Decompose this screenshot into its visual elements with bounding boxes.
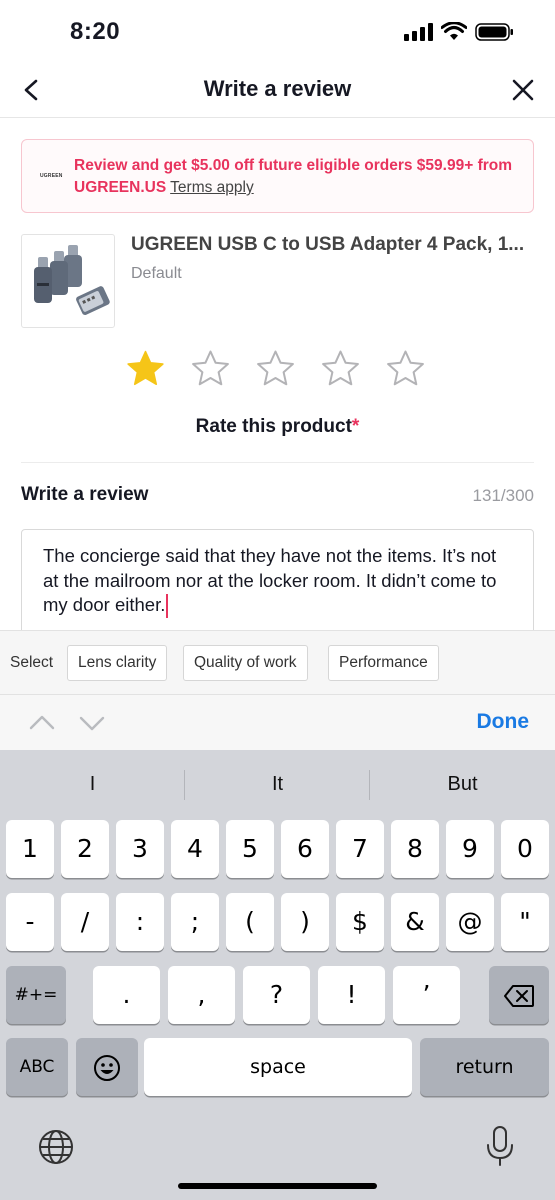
product-image	[21, 234, 115, 328]
symbol-key[interactable]: )	[281, 893, 329, 951]
review-textarea[interactable]: The concierge said that they have not th…	[21, 529, 534, 639]
symbol-key[interactable]: -	[6, 893, 54, 951]
header: Write a review	[0, 64, 555, 118]
backspace-icon	[504, 985, 534, 1007]
symbol-key[interactable]: :	[116, 893, 164, 951]
star-empty-icon[interactable]	[190, 349, 231, 390]
status-bar: 8:20	[0, 0, 555, 64]
punctuation-key[interactable]: !	[318, 966, 385, 1024]
symbol-key[interactable]: &	[391, 893, 439, 951]
tag-chip-lens-clarity[interactable]: Lens clarity	[67, 645, 168, 681]
microphone-icon[interactable]	[485, 1125, 515, 1167]
number-key[interactable]: 1	[6, 820, 54, 878]
signal-icon	[404, 23, 433, 41]
text-cursor	[166, 594, 169, 619]
divider	[21, 462, 534, 463]
product-variant: Default	[131, 265, 182, 282]
chevron-down-icon[interactable]	[78, 709, 106, 737]
symbol-key[interactable]: ;	[171, 893, 219, 951]
review-text[interactable]: The concierge said that they have not th…	[43, 544, 513, 619]
rate-label: Rate this product*	[0, 416, 555, 438]
promo-banner: UGREEN Review and get $5.00 off future e…	[21, 139, 534, 213]
number-key[interactable]: 3	[116, 820, 164, 878]
star-empty-icon[interactable]	[255, 349, 296, 390]
keyboard: I It But 1234567890 - /:;() $ & @ " #+= .,?!’…	[0, 750, 555, 1200]
tag-select-label: Select	[10, 654, 54, 671]
close-icon	[512, 79, 534, 101]
emoji-icon	[94, 1055, 120, 1081]
number-key[interactable]: 8	[391, 820, 439, 878]
star-empty-icon[interactable]	[385, 349, 426, 390]
review-text-content: The concierge said that they have not th…	[43, 545, 497, 615]
number-key[interactable]: 7	[336, 820, 384, 878]
usb-adapter-image	[34, 245, 110, 315]
return-key[interactable]: return	[420, 1038, 549, 1096]
close-button[interactable]	[505, 72, 541, 108]
rate-label-text: Rate this product	[195, 416, 352, 437]
number-key[interactable]: 2	[61, 820, 109, 878]
home-indicator	[178, 1183, 377, 1189]
battery-icon	[475, 23, 513, 41]
star-empty-icon[interactable]	[320, 349, 361, 390]
chevron-up-icon[interactable]	[28, 709, 56, 737]
globe-icon[interactable]	[36, 1127, 76, 1167]
punctuation-key[interactable]: ’	[393, 966, 460, 1024]
symbol-key[interactable]: /	[61, 893, 109, 951]
suggestion-3[interactable]: But	[370, 750, 555, 814]
status-icons	[404, 22, 515, 42]
number-key[interactable]: 0	[501, 820, 549, 878]
more-symbols-key[interactable]: #+=	[6, 966, 66, 1024]
star-rating[interactable]	[125, 349, 426, 390]
number-key[interactable]: 4	[171, 820, 219, 878]
status-time: 8:20	[70, 18, 121, 45]
required-mark: *	[351, 416, 360, 437]
space-key[interactable]: space	[144, 1038, 412, 1096]
number-key[interactable]: 9	[446, 820, 494, 878]
punctuation-key[interactable]: ?	[243, 966, 310, 1024]
symbol-key[interactable]: (	[226, 893, 274, 951]
tag-chip-performance[interactable]: Performance	[328, 645, 439, 681]
char-counter: 131/300	[472, 486, 534, 505]
punctuation-key[interactable]: .	[93, 966, 160, 1024]
tag-strip: Select Lens clarity Quality of work Perf…	[0, 630, 555, 695]
promo-message: Review and get $5.00 off future eligible…	[74, 157, 513, 196]
tag-chip-quality-of-work[interactable]: Quality of work	[183, 645, 308, 681]
symbol-key[interactable]: @	[446, 893, 494, 951]
number-key[interactable]: 5	[226, 820, 274, 878]
product-title: UGREEN USB C to USB Adapter 4 Pack, 1...	[131, 234, 525, 255]
done-button[interactable]: Done	[477, 710, 530, 734]
suggestion-2[interactable]: It	[185, 750, 370, 814]
promo-text: Review and get $5.00 off future eligible…	[74, 155, 524, 199]
star-filled-icon[interactable]	[125, 349, 166, 390]
emoji-key[interactable]	[76, 1038, 138, 1096]
abc-key[interactable]: ABC	[6, 1038, 68, 1096]
symbol-key[interactable]: $	[336, 893, 384, 951]
terms-link[interactable]: Terms apply	[170, 179, 254, 196]
suggestion-1[interactable]: I	[0, 750, 185, 814]
keyboard-accessory-bar: Done	[0, 695, 555, 750]
seller-logo: UGREEN	[40, 173, 63, 179]
page-title: Write a review	[203, 76, 352, 101]
symbol-key[interactable]: "	[501, 893, 549, 951]
delete-key[interactable]	[489, 966, 549, 1024]
wifi-icon	[441, 22, 467, 40]
review-label: Write a review	[21, 484, 149, 505]
number-key[interactable]: 6	[281, 820, 329, 878]
punctuation-key[interactable]: ,	[168, 966, 235, 1024]
